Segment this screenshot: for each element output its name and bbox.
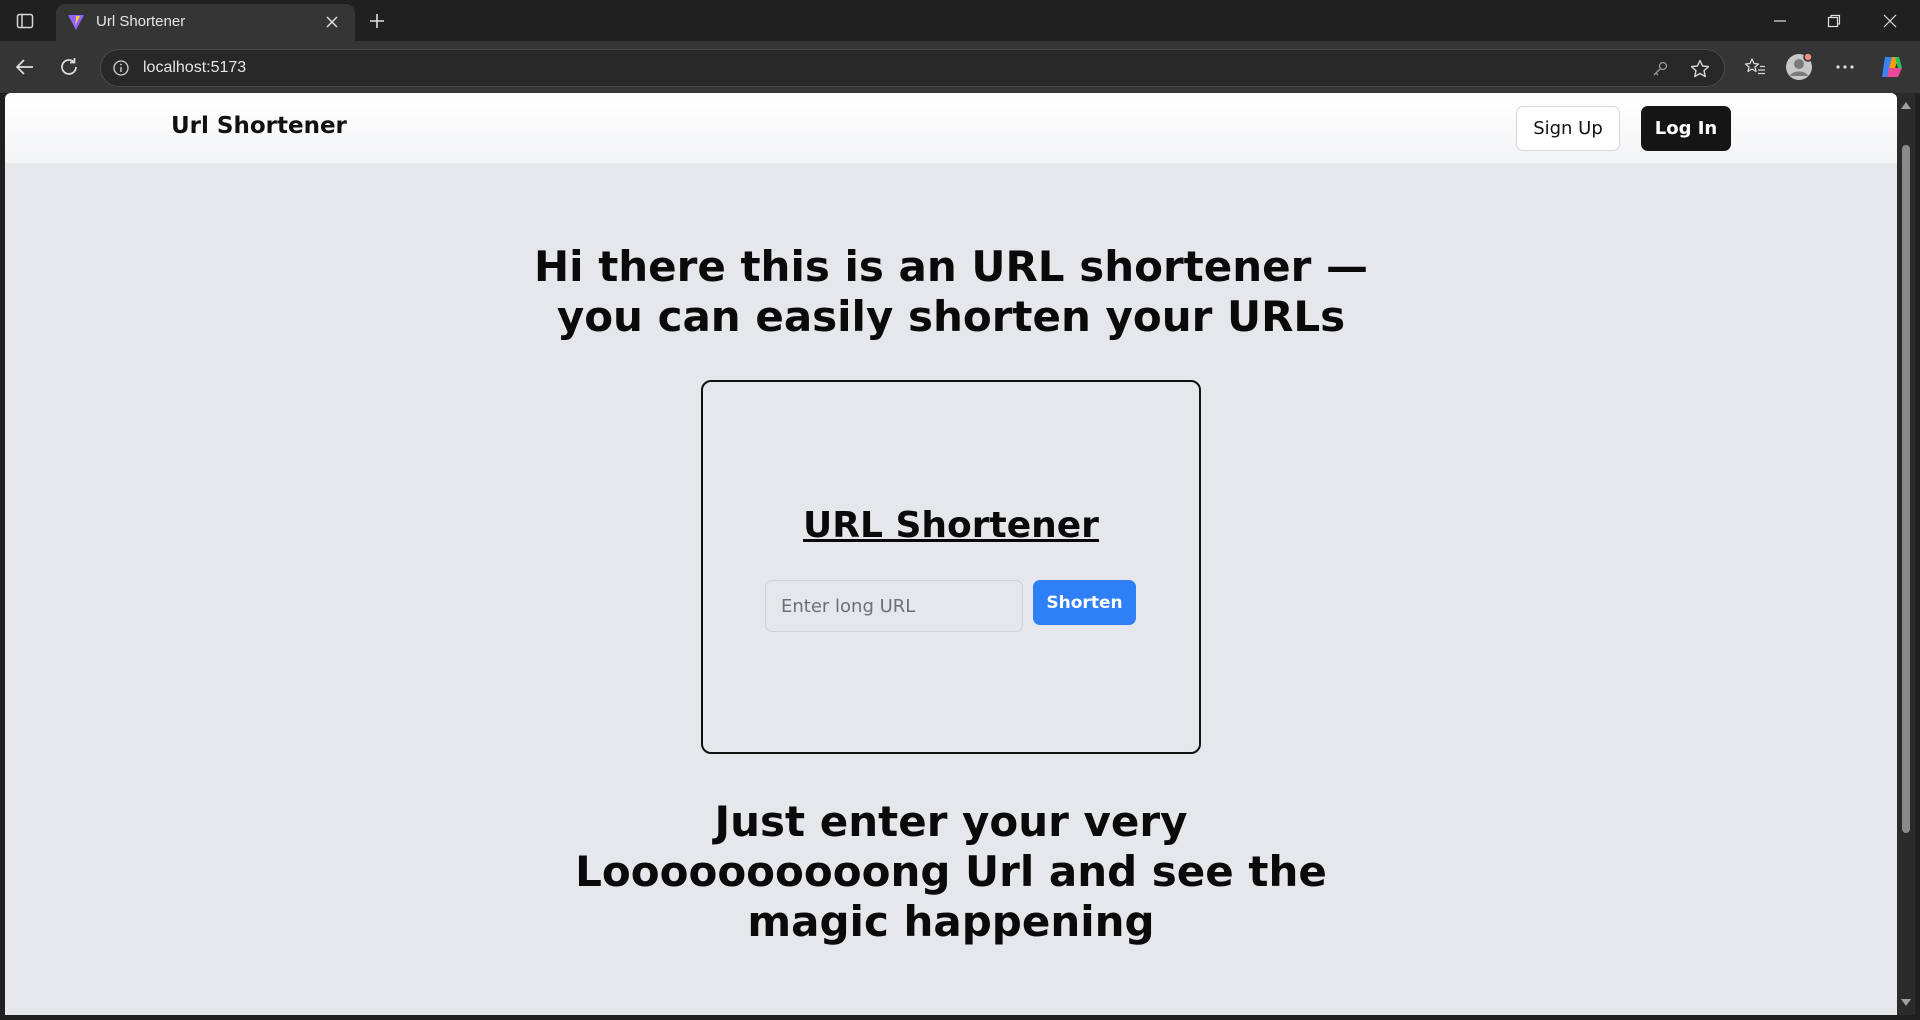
long-url-input[interactable] — [765, 580, 1023, 632]
more-options-icon[interactable] — [1830, 52, 1860, 82]
vite-favicon-icon — [67, 13, 85, 31]
app-header: Url Shortener Sign Up Log In — [5, 93, 1897, 163]
address-bar[interactable]: localhost:5173 — [100, 49, 1725, 87]
shorten-button[interactable]: Shorten — [1033, 580, 1136, 625]
shortener-card: URL Shortener Shorten — [701, 380, 1201, 754]
new-tab-icon[interactable] — [364, 8, 390, 34]
scrollbar-thumb[interactable] — [1902, 145, 1910, 833]
browser-tab[interactable]: Url Shortener — [56, 4, 355, 41]
back-arrow-icon[interactable] — [10, 52, 40, 82]
tagline-heading: Just enter your very Loooooooooong Url a… — [551, 797, 1351, 947]
tagline-line-1: Just enter your very — [714, 797, 1188, 846]
reload-icon[interactable] — [54, 52, 84, 82]
password-key-icon[interactable] — [1649, 58, 1671, 80]
favorites-list-icon[interactable] — [1740, 52, 1770, 82]
profile-avatar-icon[interactable] — [1784, 52, 1814, 82]
brand-logo[interactable]: Url Shortener — [171, 113, 347, 139]
browser-tab-strip: Url Shortener — [0, 0, 1920, 41]
scroll-up-arrow-icon[interactable] — [1901, 102, 1911, 109]
favorite-star-icon[interactable] — [1688, 57, 1712, 81]
site-info-icon[interactable] — [112, 59, 130, 77]
page-viewport: Url Shortener Sign Up Log In Hi there th… — [5, 93, 1897, 1015]
tab-actions-icon[interactable] — [10, 8, 40, 34]
tagline-line-3: magic happening — [747, 897, 1155, 946]
tab-title: Url Shortener — [96, 13, 186, 30]
hero-line-2: you can easily shorten your URLs — [556, 292, 1346, 341]
hero-line-1: Hi there this is an URL shortener — — [534, 242, 1368, 291]
page-scrollbar[interactable] — [1897, 93, 1915, 1015]
hero-heading: Hi there this is an URL shortener — you … — [451, 242, 1451, 342]
tagline-line-2: Loooooooooong Url and see the — [575, 847, 1327, 896]
browser-toolbar: localhost:5173 — [0, 41, 1920, 93]
scroll-down-arrow-icon[interactable] — [1901, 999, 1911, 1006]
login-button[interactable]: Log In — [1641, 106, 1731, 151]
address-url: localhost:5173 — [143, 59, 247, 76]
minimize-icon[interactable] — [1766, 8, 1794, 34]
copilot-icon[interactable] — [1877, 52, 1907, 82]
close-window-icon[interactable] — [1876, 8, 1904, 34]
restore-icon[interactable] — [1820, 8, 1848, 34]
close-tab-icon[interactable] — [324, 14, 340, 30]
card-title: URL Shortener — [803, 505, 1099, 546]
signup-button[interactable]: Sign Up — [1516, 106, 1620, 151]
